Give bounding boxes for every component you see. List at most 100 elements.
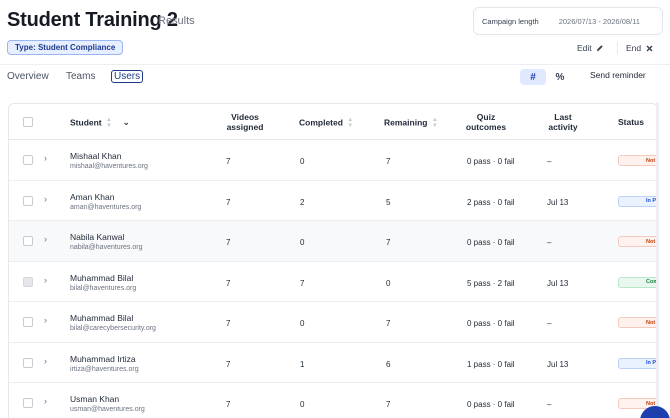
row-checkbox — [23, 276, 33, 287]
chevron-right-icon[interactable]: › — [44, 315, 47, 325]
quiz-outcomes-value: 5 pass · 2 fail — [467, 278, 515, 288]
close-icon — [646, 45, 653, 51]
pencil-icon — [596, 45, 603, 51]
table-row[interactable]: › Muhammad Bilal bilal@haventures.org 7 … — [9, 262, 657, 302]
header-divider — [0, 64, 670, 65]
student-name: Muhammad Bilal — [70, 313, 134, 323]
student-email: mishaal@haventures.org — [70, 163, 148, 170]
remaining-value: 7 — [386, 157, 391, 166]
end-label: End — [626, 43, 642, 53]
remaining-value: 7 — [386, 400, 391, 409]
videos-assigned-value: 7 — [226, 278, 231, 288]
videos-header-line-1: Videos — [231, 112, 259, 122]
student-email: aman@haventures.org — [70, 203, 142, 211]
tab-users[interactable]: Users — [111, 70, 144, 83]
remaining-value: 7 — [386, 319, 391, 328]
type-pill: Type: Student Compliance — [7, 40, 124, 55]
chevron-right-icon[interactable]: › — [44, 153, 47, 163]
quiz-outcomes-value: 0 pass · 0 fail — [467, 400, 515, 409]
edit-label: Edit — [577, 43, 592, 53]
vertical-scrollbar[interactable] — [656, 102, 659, 418]
chevron-down-icon[interactable]: ⌄ — [122, 117, 130, 127]
row-checkbox[interactable] — [23, 398, 33, 408]
percent-toggle[interactable]: % — [551, 69, 569, 85]
student-name: Muhammad Bilal — [70, 272, 134, 283]
student-header-label: Student — [70, 117, 102, 128]
last-activity-value: – — [547, 319, 552, 328]
chevron-right-icon[interactable]: › — [44, 234, 47, 244]
completed-value: 2 — [300, 197, 305, 207]
status-badge: Com — [618, 276, 657, 288]
tab-overview[interactable]: Overview — [7, 71, 49, 82]
remaining-value: 0 — [386, 278, 391, 288]
last-header-line-1: Last — [554, 112, 572, 122]
quiz-outcomes-column-header[interactable]: Quiz outcomes — [461, 112, 511, 132]
sort-icon: ▲ ▼ — [431, 117, 438, 129]
last-activity-value: – — [547, 400, 552, 409]
table-row[interactable]: › Usman Khan usman@haventures.org 7 0 7 … — [9, 383, 657, 418]
videos-assigned-value: 7 — [226, 319, 231, 328]
last-activity-value: Jul 13 — [547, 278, 569, 288]
end-button[interactable]: End — [626, 41, 653, 55]
row-checkbox[interactable] — [23, 317, 33, 327]
table-row[interactable]: › Aman Khan aman@haventures.org 7 2 5 2 … — [9, 181, 657, 221]
table-row[interactable]: › Muhammad Bilal bilal@carecybersecurity… — [9, 302, 657, 343]
header-action-divider — [617, 42, 618, 54]
last-activity-value: Jul 13 — [547, 197, 569, 207]
campaign-length-dates: 2026/07/13 - 2026/08/11 — [558, 16, 640, 26]
chevron-right-icon[interactable]: › — [44, 275, 47, 285]
edit-button[interactable]: Edit — [577, 41, 604, 55]
completed-value: 7 — [300, 278, 305, 288]
count-toggle[interactable]: # — [520, 69, 546, 85]
quiz-outcomes-value: 1 pass · 0 fail — [467, 359, 515, 369]
remaining-value: 5 — [386, 197, 391, 207]
student-name: Muhammad Irtiza — [70, 353, 136, 364]
quiz-header-line-2: outcomes — [465, 122, 507, 132]
completed-value: 1 — [300, 359, 305, 369]
last-activity-value: – — [547, 238, 552, 247]
select-all-checkbox[interactable] — [23, 117, 33, 127]
student-email: irtiza@haventures.org — [70, 365, 139, 373]
student-column-header[interactable]: Student ▲ ▼ ⌄ — [70, 117, 130, 129]
last-activity-column-header[interactable]: Last activity — [541, 112, 585, 132]
quiz-outcomes-value: 0 pass · 0 fail — [467, 157, 515, 166]
status-badge: Not — [618, 317, 657, 328]
table-header: Student ▲ ▼ ⌄ Videos assigned Completed ▲… — [9, 104, 657, 140]
completed-value: 0 — [300, 319, 305, 328]
tab-teams[interactable]: Teams — [66, 71, 95, 82]
send-reminder-button[interactable]: Send reminder — [590, 70, 646, 85]
campaign-length-label: Campaign length — [482, 16, 539, 26]
table-row[interactable]: › Mishaal Khan mishaal@haventures.org 7 … — [9, 140, 657, 181]
sort-icon: ▲ ▼ — [347, 117, 354, 129]
row-checkbox[interactable] — [23, 195, 33, 206]
campaign-length-box: Campaign length 2026/07/13 - 2026/08/11 — [473, 7, 663, 35]
completed-header-label: Completed — [299, 117, 343, 128]
sort-icon: ▲ ▼ — [106, 117, 112, 129]
videos-assigned-value: 7 — [226, 157, 231, 166]
row-checkbox[interactable] — [23, 357, 33, 368]
videos-assigned-value: 7 — [226, 238, 231, 247]
status-badge: Not — [618, 236, 657, 247]
last-header-line-2: activity — [548, 122, 578, 132]
chevron-right-icon[interactable]: › — [44, 194, 47, 204]
chevron-right-icon[interactable]: › — [44, 356, 47, 366]
videos-assigned-column-header[interactable]: Videos assigned — [219, 112, 271, 132]
page-subtitle: Results — [158, 15, 195, 27]
student-email: nabila@haventures.org — [70, 244, 143, 251]
student-name: Mishaal Khan — [70, 151, 122, 161]
status-badge: In P — [618, 357, 657, 369]
completed-column-header[interactable]: Completed ▲ ▼ — [299, 117, 353, 129]
student-email: bilal@haventures.org — [70, 284, 137, 292]
row-checkbox[interactable] — [23, 236, 33, 246]
status-badge: Not — [618, 155, 657, 166]
student-name: Nabila Kanwal — [70, 232, 125, 242]
remaining-value: 6 — [386, 359, 391, 369]
quiz-header-line-1: Quiz — [476, 112, 496, 122]
table-row[interactable]: › Nabila Kanwal nabila@haventures.org 7 … — [9, 221, 657, 262]
row-checkbox[interactable] — [23, 155, 33, 165]
table-row[interactable]: › Muhammad Irtiza irtiza@haventures.org … — [9, 343, 657, 383]
status-column-header[interactable]: Status — [618, 117, 644, 127]
student-email: usman@haventures.org — [70, 406, 145, 413]
chevron-right-icon[interactable]: › — [44, 396, 47, 406]
remaining-column-header[interactable]: Remaining ▲ ▼ — [384, 117, 438, 129]
